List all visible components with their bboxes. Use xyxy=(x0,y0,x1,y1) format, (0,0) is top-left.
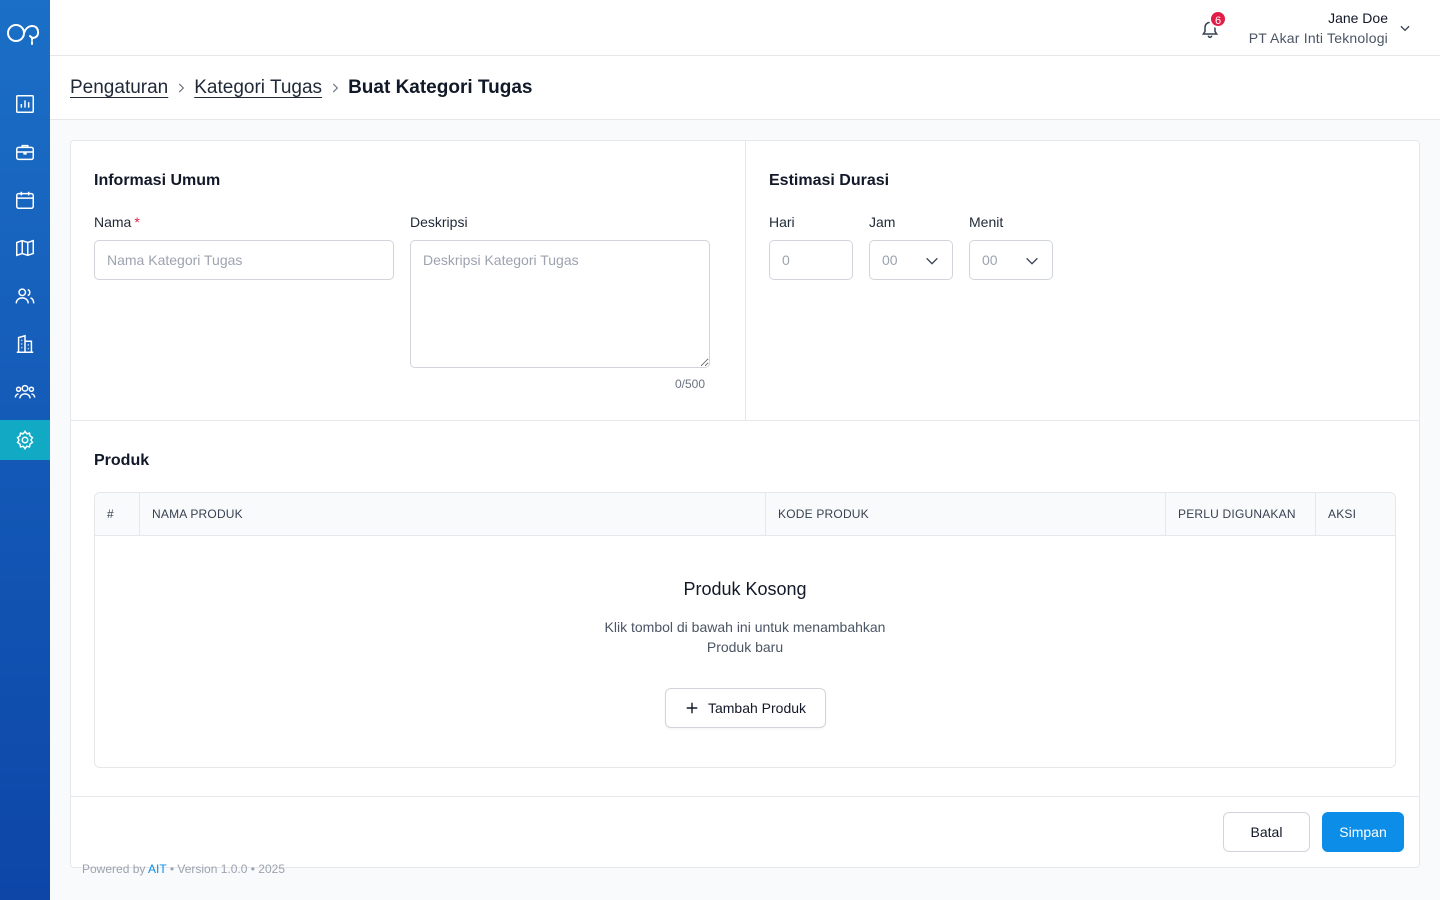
notification-badge: 6 xyxy=(1209,10,1227,28)
team-icon xyxy=(14,384,36,399)
sidebar xyxy=(0,0,50,900)
description-counter: 0/500 xyxy=(675,377,706,391)
hour-select[interactable]: 00 xyxy=(869,240,953,280)
powered-by-footer: Powered by AIT • Version 1.0.0 • 2025 xyxy=(82,862,285,876)
sidebar-item-jobs[interactable] xyxy=(0,132,50,172)
minute-select[interactable]: 00 xyxy=(969,240,1053,280)
description-label: Deskripsi xyxy=(410,214,468,230)
breadcrumb: Pengaturan Kategori Tugas Buat Kategori … xyxy=(70,77,532,99)
chevron-down-icon xyxy=(926,257,938,265)
required-mark: * xyxy=(134,214,140,230)
save-button[interactable]: Simpan xyxy=(1322,812,1404,852)
chevron-down-icon xyxy=(1026,257,1038,265)
chevron-right-icon xyxy=(179,83,185,93)
sidebar-item-map[interactable] xyxy=(0,228,50,268)
powered-version: • Version 1.0.0 • 2025 xyxy=(169,862,285,876)
sidebar-item-buildings[interactable] xyxy=(0,324,50,364)
hour-label: Jam xyxy=(869,214,896,230)
user-name: Jane Doe xyxy=(1328,10,1388,26)
empty-state-line: Klik tombol di bawah ini untuk menambahk… xyxy=(604,619,886,635)
general-info-title: Informasi Umum xyxy=(94,172,221,189)
breadcrumb-bar: Pengaturan Kategori Tugas Buat Kategori … xyxy=(50,56,1440,120)
map-icon xyxy=(16,239,34,257)
powered-brand-link[interactable]: AIT xyxy=(148,862,166,876)
minute-label: Menit xyxy=(969,214,1004,230)
empty-state-line: Produk baru xyxy=(706,639,784,655)
sidebar-item-team[interactable] xyxy=(0,372,50,412)
form-card: Informasi Umum Nama* Deskripsi 0/500 Est… xyxy=(70,140,1420,868)
section-divider xyxy=(745,141,746,420)
breadcrumb-item-settings[interactable]: Pengaturan xyxy=(70,77,168,99)
column-header-number: # xyxy=(95,493,140,536)
products-title: Produk xyxy=(94,452,150,469)
breadcrumb-item-task-category[interactable]: Kategori Tugas xyxy=(194,77,322,99)
day-label: Hari xyxy=(769,214,795,230)
briefcase-icon xyxy=(16,144,34,161)
name-label-text: Nama xyxy=(94,214,132,230)
top-header: 6 Jane Doe PT Akar Inti Teknologi xyxy=(50,0,1440,56)
calendar-icon xyxy=(16,191,34,209)
table-header: # NAMA PRODUK KODE PRODUK PERLU DIGUNAKA… xyxy=(95,493,1395,536)
section-divider xyxy=(71,420,1419,421)
notification-button[interactable]: 6 xyxy=(1200,10,1227,40)
user-menu[interactable]: Jane Doe PT Akar Inti Teknologi xyxy=(1249,10,1388,46)
sidebar-item-calendar[interactable] xyxy=(0,180,50,220)
user-organization: PT Akar Inti Teknologi xyxy=(1248,30,1388,46)
empty-state-description: Klik tombol di bawah ini untuk menambahk… xyxy=(545,617,945,657)
app-logo-icon[interactable] xyxy=(5,16,45,50)
sidebar-item-settings[interactable] xyxy=(0,420,50,460)
day-input[interactable] xyxy=(769,240,853,280)
chart-icon xyxy=(16,95,34,113)
name-input[interactable] xyxy=(94,240,394,280)
products-table: # NAMA PRODUK KODE PRODUK PERLU DIGUNAKA… xyxy=(94,492,1396,768)
sidebar-item-users[interactable] xyxy=(0,276,50,316)
add-product-button[interactable]: Tambah Produk xyxy=(665,688,826,728)
users-icon xyxy=(15,288,35,304)
description-textarea[interactable] xyxy=(410,240,710,368)
cancel-button[interactable]: Batal xyxy=(1223,812,1310,852)
sidebar-item-dashboard[interactable] xyxy=(0,84,50,124)
chevron-down-icon[interactable] xyxy=(1398,21,1412,35)
powered-prefix: Powered by xyxy=(82,862,146,876)
column-header-required: PERLU DIGUNAKAN xyxy=(1166,493,1316,536)
footer-divider xyxy=(71,796,1419,797)
add-product-label: Tambah Produk xyxy=(707,700,807,716)
name-label: Nama * xyxy=(94,214,140,230)
duration-title: Estimasi Durasi xyxy=(769,172,890,189)
plus-icon xyxy=(686,702,698,714)
minute-select-value: 00 xyxy=(982,252,998,268)
chevron-right-icon xyxy=(332,83,339,93)
gear-icon xyxy=(16,430,34,450)
breadcrumb-current: Buat Kategori Tugas xyxy=(348,77,533,98)
column-header-product-name: NAMA PRODUK xyxy=(140,493,766,536)
column-header-action: AKSI xyxy=(1328,507,1357,521)
hour-select-value: 00 xyxy=(882,252,898,268)
column-header-product-code: KODE PRODUK xyxy=(766,493,1166,536)
building-icon xyxy=(16,334,34,353)
empty-state-title: Produk Kosong xyxy=(683,579,807,599)
